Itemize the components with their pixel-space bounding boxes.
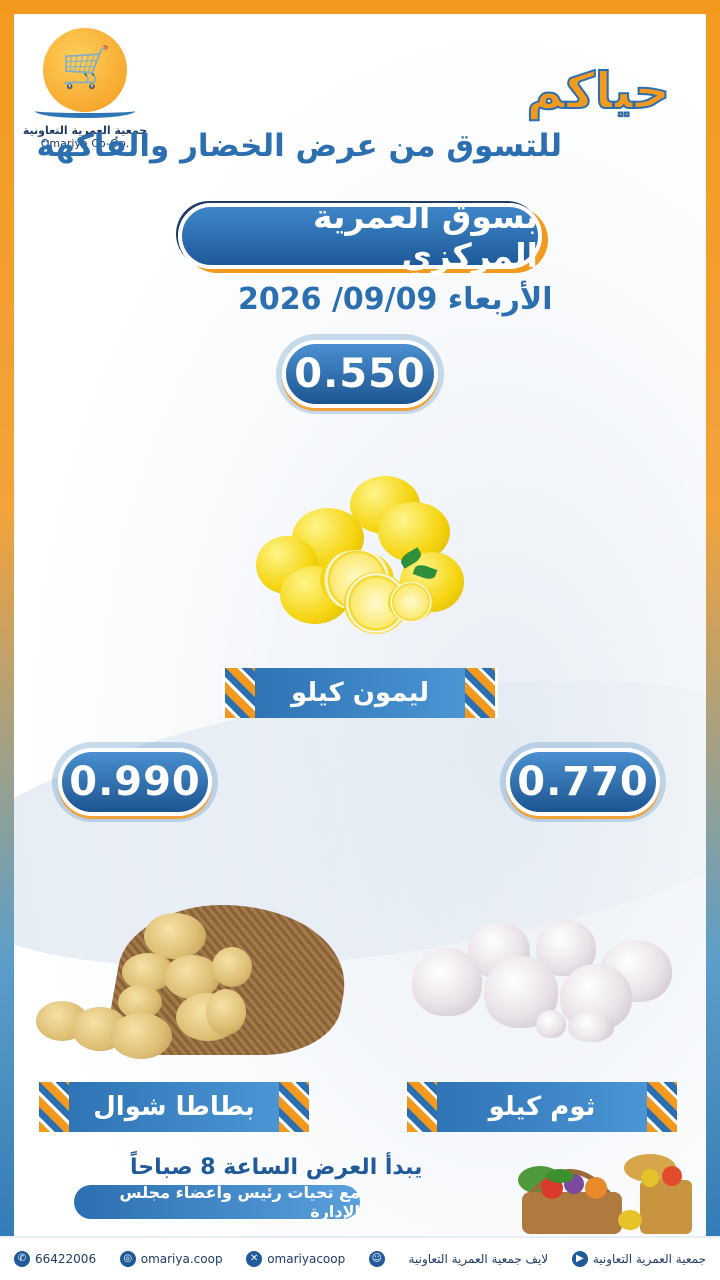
label-ornament (407, 1082, 437, 1132)
name-lemon: ليمون كيلو (291, 678, 429, 708)
logo-circle: 🛒 (43, 28, 127, 112)
x-contact[interactable]: ✕ omariyacoop (246, 1251, 345, 1267)
label-ornament (39, 1082, 69, 1132)
label-ornament (225, 668, 255, 718)
x-icon: ✕ (246, 1251, 263, 1267)
snapchat-icon: ☺ (368, 1251, 385, 1267)
label-lemon: ليمون كيلو (222, 668, 498, 718)
greeting-banner: مع تحيات رئيس وأعضاء مجلس الإدارة (74, 1183, 360, 1221)
x-handle: omariyacoop (267, 1252, 346, 1266)
garlic-image (412, 918, 680, 1046)
price-badge-garlic: 0.770 (506, 748, 660, 816)
greeting-text: مع تحيات رئيس وأعضاء مجلس الإدارة (119, 1183, 360, 1221)
market-banner: بسوق العمرية المركزي (178, 197, 542, 275)
whatsapp-contact[interactable]: ✆ 66422006 (14, 1251, 96, 1267)
youtube-live-text: لايف جمعية العمرية التعاونية (408, 1252, 549, 1266)
footer-bar: ✆ 66422006 ◎ omariya.coop ✕ omariyacoop … (0, 1236, 720, 1280)
price-badge-lemon: 0.550 (282, 340, 438, 408)
instagram-contact[interactable]: ◎ omariya.coop (119, 1251, 223, 1267)
instagram-icon: ◎ (119, 1251, 136, 1267)
lemon-image (250, 470, 470, 640)
price-garlic: 0.770 (517, 759, 649, 805)
youtube-icon: ▶ (571, 1251, 588, 1267)
potato-sack-image (36, 905, 360, 1063)
youtube-live-label: لايف جمعية العمرية التعاونية (409, 1252, 549, 1266)
price-lemon: 0.550 (294, 351, 426, 397)
start-time-note: يبدأ العرض الساعة 8 صباحاً (130, 1155, 423, 1180)
vegetable-basket-image (500, 1140, 700, 1235)
subtitle: للتسوق من عرض الخضار والفاكهة (36, 128, 563, 164)
label-garlic: ثوم كيلو (404, 1082, 680, 1132)
name-garlic: ثوم كيلو (488, 1092, 596, 1122)
whatsapp-number: 66422006 (35, 1252, 97, 1266)
instagram-handle: omariya.coop (140, 1252, 223, 1266)
whatsapp-icon: ✆ (14, 1251, 30, 1267)
label-potato: بطاطا شوال (36, 1082, 312, 1132)
cart-icon: 🛒 (61, 45, 111, 91)
offer-date: الأربعاء 09/09/ 2026 (238, 282, 553, 317)
label-ornament (279, 1082, 309, 1132)
welcome-title: حياكم (525, 61, 671, 121)
label-ornament (647, 1082, 677, 1132)
snapchat-contact[interactable]: ☺ (368, 1251, 385, 1267)
price-badge-potato: 0.990 (58, 748, 212, 816)
name-potato: بطاطا شوال (93, 1092, 255, 1122)
youtube-contact[interactable]: ▶ جمعية العمرية التعاونية (571, 1251, 706, 1267)
price-potato: 0.990 (69, 759, 201, 805)
market-name: بسوق العمرية المركزي (312, 197, 538, 275)
youtube-channel: جمعية العمرية التعاونية (592, 1252, 706, 1266)
label-ornament (465, 668, 495, 718)
